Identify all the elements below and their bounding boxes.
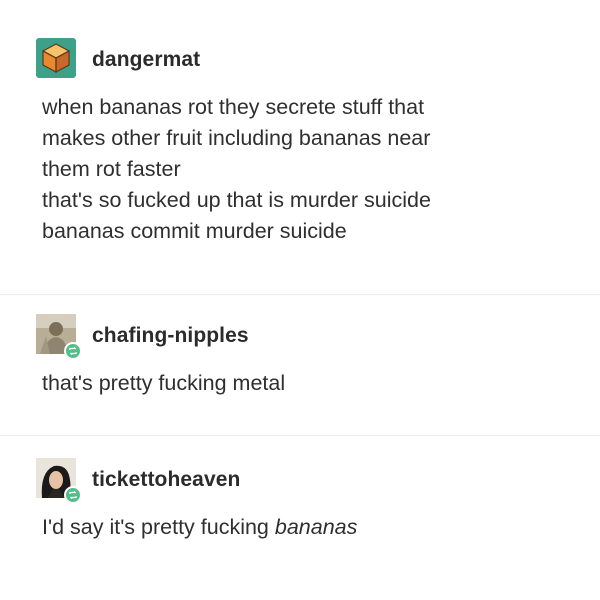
avatar[interactable]	[36, 38, 80, 82]
cube-icon	[36, 38, 76, 78]
post-header: tickettoheaven	[36, 458, 570, 504]
post-body: I'd say it's pretty fucking bananas	[42, 512, 570, 543]
body-line: makes other fruit including bananas near	[42, 126, 431, 150]
username[interactable]: chafing-nipples	[92, 324, 249, 348]
post-chafing-nipples: chafing-nipples that's pretty fucking me…	[36, 314, 570, 399]
avatar[interactable]	[36, 458, 82, 504]
body-text-prefix: I'd say it's pretty fucking	[42, 515, 275, 539]
post-dangermat: dangermat when bananas rot they secrete …	[36, 38, 570, 247]
reblog-icon	[64, 486, 82, 504]
body-line: I'd say it's pretty fucking bananas	[42, 512, 570, 543]
post-body: when bananas rot they secrete stuff that…	[42, 92, 570, 247]
reblog-icon	[64, 342, 82, 360]
body-line: bananas commit murder suicide	[42, 219, 347, 243]
post-body: that's pretty fucking metal	[42, 368, 570, 399]
username[interactable]: tickettoheaven	[92, 468, 240, 492]
body-text-emphasis: bananas	[274, 515, 358, 539]
body-line: that's pretty fucking metal	[42, 371, 286, 395]
post-header: dangermat	[36, 38, 570, 82]
post-header: chafing-nipples	[36, 314, 570, 360]
divider	[0, 435, 600, 436]
divider	[0, 294, 600, 295]
body-line: when bananas rot they secrete stuff that	[42, 95, 425, 119]
body-line: that's so fucked up that is murder suici…	[42, 188, 431, 212]
avatar[interactable]	[36, 314, 82, 360]
body-line: them rot faster	[42, 157, 181, 181]
username[interactable]: dangermat	[92, 48, 200, 72]
post-tickettoheaven: tickettoheaven I'd say it's pretty fucki…	[36, 458, 570, 543]
